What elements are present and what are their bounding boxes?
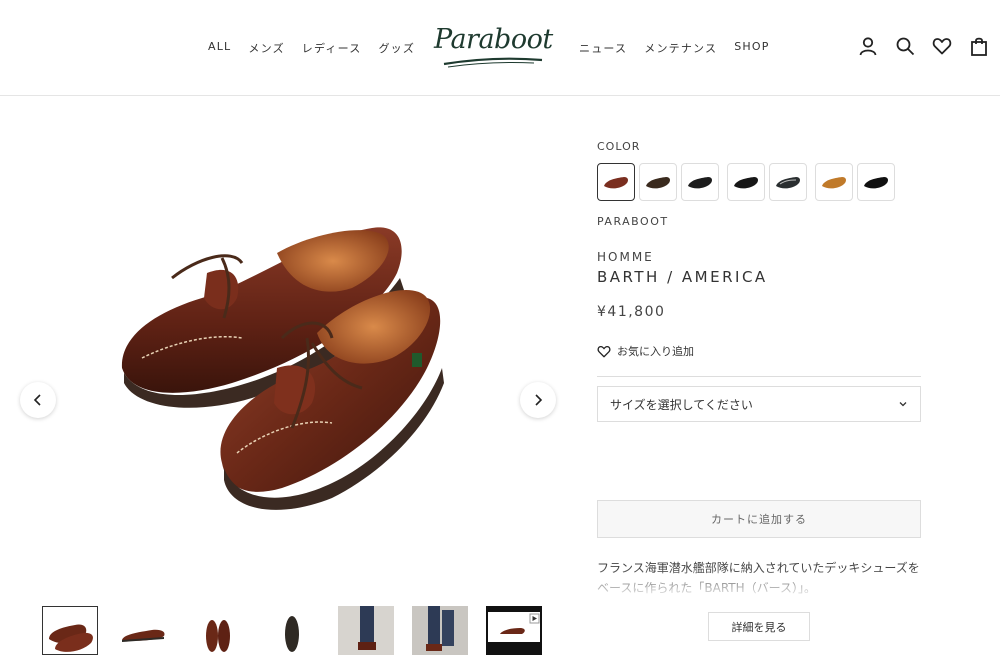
thumbnail-6[interactable] <box>412 606 468 655</box>
gallery-next-button[interactable] <box>520 382 556 418</box>
nav-item-maintenance[interactable]: メンテナンス <box>644 40 717 56</box>
add-to-cart-label: カートに追加する <box>711 513 807 526</box>
header-icons <box>858 36 989 56</box>
thumbnail-strip <box>42 606 542 655</box>
heart-icon[interactable] <box>932 36 952 56</box>
nav-item-all[interactable]: ALL <box>208 40 231 56</box>
thumbnail-5[interactable] <box>338 606 394 655</box>
swatch-7[interactable] <box>857 163 895 201</box>
nav-item-mens[interactable]: メンズ <box>248 40 284 56</box>
chevron-down-icon <box>899 402 907 407</box>
swatch-5[interactable] <box>769 163 807 201</box>
thumbnail-1[interactable] <box>42 606 98 655</box>
heart-icon <box>597 345 611 357</box>
read-more-button[interactable]: 詳細を見る <box>708 612 810 641</box>
favorites-label: お気に入り追加 <box>617 345 694 358</box>
product-brand[interactable]: PARABOOT <box>597 215 669 228</box>
swatch-1[interactable] <box>597 163 635 201</box>
swatch-6[interactable] <box>815 163 853 201</box>
add-to-cart-button[interactable]: カートに追加する <box>597 500 921 538</box>
nav-left: ALL メンズ レディース グッズ <box>208 40 415 56</box>
nav-item-ladies[interactable]: レディース <box>302 40 362 56</box>
gallery-prev-button[interactable] <box>20 382 56 418</box>
search-icon[interactable] <box>895 36 915 56</box>
nav-item-news[interactable]: ニュース <box>579 40 627 56</box>
thumbnail-3[interactable] <box>190 606 246 655</box>
size-select-label: サイズを選択してください <box>610 397 753 412</box>
product-main-image[interactable] <box>112 218 452 518</box>
user-icon[interactable] <box>858 36 878 56</box>
divider <box>597 376 921 377</box>
description-fade <box>597 568 921 600</box>
chevron-right-icon <box>535 394 543 406</box>
nav-right: ニュース メンテナンス SHOP <box>579 40 770 56</box>
nav-item-shop[interactable]: SHOP <box>734 40 769 56</box>
chevron-left-icon <box>33 394 41 406</box>
read-more-label: 詳細を見る <box>731 620 787 634</box>
swatch-4[interactable] <box>727 163 765 201</box>
logo-text: Paraboot <box>434 24 553 55</box>
color-swatches <box>597 163 895 201</box>
product-category: HOMME <box>597 250 654 264</box>
nav-item-goods[interactable]: グッズ <box>378 40 415 56</box>
brand-logo[interactable]: Paraboot <box>434 20 553 72</box>
product-title: BARTH / AMERICA <box>597 268 768 286</box>
swatch-2[interactable] <box>639 163 677 201</box>
site-header: ALL メンズ レディース グッズ Paraboot ニュース メンテナンス S… <box>0 0 1000 96</box>
bag-icon[interactable] <box>969 36 989 56</box>
size-select[interactable]: サイズを選択してください <box>597 386 921 422</box>
product-price: ¥41,800 <box>597 304 666 320</box>
color-label: COLOR <box>597 140 641 153</box>
thumbnail-2[interactable] <box>116 606 172 655</box>
swatch-3[interactable] <box>681 163 719 201</box>
thumbnail-4[interactable] <box>264 606 320 655</box>
add-to-favorites[interactable]: お気に入り追加 <box>597 343 694 359</box>
thumbnail-video[interactable] <box>486 606 542 655</box>
